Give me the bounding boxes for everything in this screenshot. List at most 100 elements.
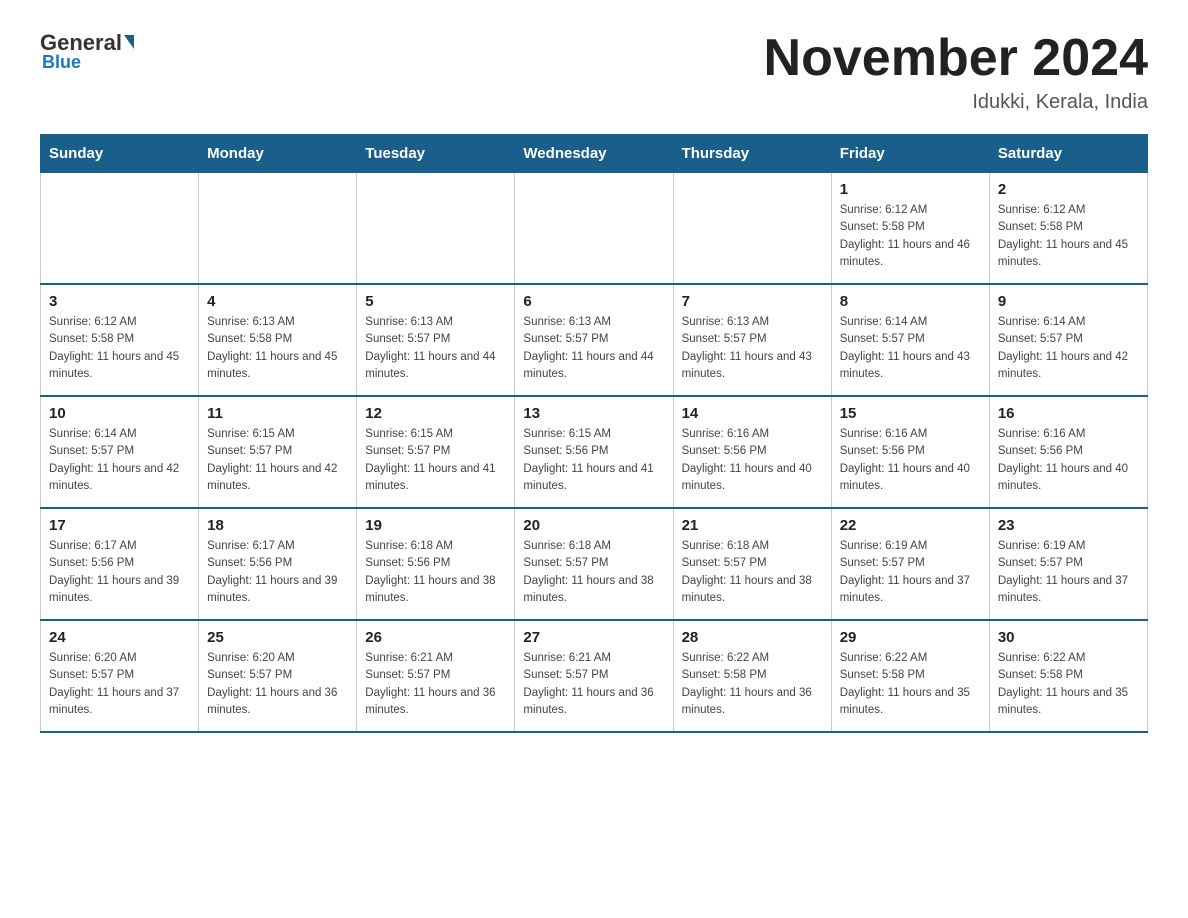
day-info: Sunrise: 6:18 AM Sunset: 5:57 PM Dayligh… [523,538,664,607]
calendar-cell: 7 Sunrise: 6:13 AM Sunset: 5:57 PM Daylig… [673,284,831,396]
weekday-header-friday: Friday [831,135,989,173]
day-number: 28 [682,629,823,646]
calendar-cell [357,173,515,285]
weekday-header-thursday: Thursday [673,135,831,173]
calendar-week-row: 10 Sunrise: 6:14 AM Sunset: 5:57 PM Dayli… [41,396,1148,508]
weekday-header-wednesday: Wednesday [515,135,673,173]
calendar-cell: 30 Sunrise: 6:22 AM Sunset: 5:58 PM Dayli… [989,620,1147,732]
day-number: 7 [682,293,823,310]
day-info: Sunrise: 6:18 AM Sunset: 5:56 PM Dayligh… [365,538,506,607]
weekday-header-monday: Monday [199,135,357,173]
day-number: 5 [365,293,506,310]
day-number: 2 [998,181,1139,198]
page-header: General Blue November 2024 Idukki, Keral… [40,30,1148,114]
calendar-cell: 22Sunrise: 6:19 AM Sunset: 5:57 PM Dayli… [831,508,989,620]
day-info: Sunrise: 6:16 AM Sunset: 5:56 PM Dayligh… [840,426,981,495]
day-number: 29 [840,629,981,646]
day-number: 17 [49,517,190,534]
day-info: Sunrise: 6:13 AM Sunset: 5:57 PM Dayligh… [682,314,823,383]
calendar-cell: 11 Sunrise: 6:15 AM Sunset: 5:57 PM Dayli… [199,396,357,508]
day-info: Sunrise: 6:16 AM Sunset: 5:56 PM Dayligh… [682,426,823,495]
day-info: Sunrise: 6:18 AM Sunset: 5:57 PM Dayligh… [682,538,823,607]
calendar-cell [515,173,673,285]
calendar-cell: 12 Sunrise: 6:15 AM Sunset: 5:57 PM Dayli… [357,396,515,508]
logo-triangle-icon [124,35,134,49]
day-number: 27 [523,629,664,646]
calendar-week-row: 3 Sunrise: 6:12 AM Sunset: 5:58 PM Daylig… [41,284,1148,396]
calendar-cell: 1Sunrise: 6:12 AM Sunset: 5:58 PM Daylig… [831,173,989,285]
day-info: Sunrise: 6:20 AM Sunset: 5:57 PM Dayligh… [207,650,348,719]
day-info: Sunrise: 6:17 AM Sunset: 5:56 PM Dayligh… [207,538,348,607]
calendar-week-row: 1 Sunrise: 6:12 AM Sunset: 5:58 PM Daylig… [41,173,1148,285]
title-area: November 2024 Idukki, Kerala, India [764,30,1148,114]
day-info: Sunrise: 6:17 AM Sunset: 5:56 PM Dayligh… [49,538,190,607]
day-info: Sunrise: 6:12 AM Sunset: 5:58 PM Dayligh… [998,202,1139,271]
day-number: 1 [840,181,981,198]
calendar-cell: 24 Sunrise: 6:20 AM Sunset: 5:57 PM Dayli… [41,620,199,732]
calendar-cell: 23 Sunrise: 6:19 AM Sunset: 5:57 PM Dayli… [989,508,1147,620]
calendar-cell: 4Sunrise: 6:13 AM Sunset: 5:58 PM Daylig… [199,284,357,396]
day-number: 13 [523,405,664,422]
calendar-cell: 9Sunrise: 6:14 AM Sunset: 5:57 PM Daylig… [989,284,1147,396]
day-number: 21 [682,517,823,534]
calendar-cell: 6 Sunrise: 6:13 AM Sunset: 5:57 PM Daylig… [515,284,673,396]
calendar-title: November 2024 [764,30,1148,87]
calendar-cell: 2 Sunrise: 6:12 AM Sunset: 5:58 PM Daylig… [989,173,1147,285]
day-info: Sunrise: 6:16 AM Sunset: 5:56 PM Dayligh… [998,426,1139,495]
calendar-week-row: 24 Sunrise: 6:20 AM Sunset: 5:57 PM Dayli… [41,620,1148,732]
day-number: 25 [207,629,348,646]
day-number: 19 [365,517,506,534]
calendar-cell: 16 Sunrise: 6:16 AM Sunset: 5:56 PM Dayli… [989,396,1147,508]
day-number: 20 [523,517,664,534]
day-info: Sunrise: 6:15 AM Sunset: 5:57 PM Dayligh… [207,426,348,495]
calendar-cell [673,173,831,285]
day-info: Sunrise: 6:14 AM Sunset: 5:57 PM Dayligh… [49,426,190,495]
calendar-cell: 29 Sunrise: 6:22 AM Sunset: 5:58 PM Dayli… [831,620,989,732]
calendar-cell: 28 Sunrise: 6:22 AM Sunset: 5:58 PM Dayli… [673,620,831,732]
day-info: Sunrise: 6:13 AM Sunset: 5:57 PM Dayligh… [365,314,506,383]
calendar-cell: 5 Sunrise: 6:13 AM Sunset: 5:57 PM Daylig… [357,284,515,396]
day-info: Sunrise: 6:19 AM Sunset: 5:57 PM Dayligh… [840,538,981,607]
day-number: 23 [998,517,1139,534]
day-number: 6 [523,293,664,310]
calendar-week-row: 17 Sunrise: 6:17 AM Sunset: 5:56 PM Dayli… [41,508,1148,620]
day-number: 12 [365,405,506,422]
day-number: 15 [840,405,981,422]
weekday-header-saturday: Saturday [989,135,1147,173]
day-number: 16 [998,405,1139,422]
day-number: 11 [207,405,348,422]
calendar-cell [199,173,357,285]
calendar-cell: 21 Sunrise: 6:18 AM Sunset: 5:57 PM Dayli… [673,508,831,620]
day-number: 8 [840,293,981,310]
day-number: 18 [207,517,348,534]
day-info: Sunrise: 6:15 AM Sunset: 5:57 PM Dayligh… [365,426,506,495]
day-number: 24 [49,629,190,646]
calendar-cell: 27Sunrise: 6:21 AM Sunset: 5:57 PM Dayli… [515,620,673,732]
weekday-header-row: SundayMondayTuesdayWednesdayThursdayFrid… [41,135,1148,173]
day-info: Sunrise: 6:20 AM Sunset: 5:57 PM Dayligh… [49,650,190,719]
day-info: Sunrise: 6:12 AM Sunset: 5:58 PM Dayligh… [49,314,190,383]
day-info: Sunrise: 6:22 AM Sunset: 5:58 PM Dayligh… [998,650,1139,719]
calendar-cell: 8Sunrise: 6:14 AM Sunset: 5:57 PM Daylig… [831,284,989,396]
day-info: Sunrise: 6:22 AM Sunset: 5:58 PM Dayligh… [840,650,981,719]
logo-blue: Blue [42,52,81,73]
weekday-header-sunday: Sunday [41,135,199,173]
day-info: Sunrise: 6:13 AM Sunset: 5:57 PM Dayligh… [523,314,664,383]
day-number: 26 [365,629,506,646]
day-number: 3 [49,293,190,310]
day-info: Sunrise: 6:21 AM Sunset: 5:57 PM Dayligh… [365,650,506,719]
calendar-cell: 20 Sunrise: 6:18 AM Sunset: 5:57 PM Dayli… [515,508,673,620]
calendar-cell: 17 Sunrise: 6:17 AM Sunset: 5:56 PM Dayli… [41,508,199,620]
day-number: 30 [998,629,1139,646]
day-info: Sunrise: 6:22 AM Sunset: 5:58 PM Dayligh… [682,650,823,719]
calendar-cell: 3 Sunrise: 6:12 AM Sunset: 5:58 PM Daylig… [41,284,199,396]
day-number: 10 [49,405,190,422]
day-info: Sunrise: 6:13 AM Sunset: 5:58 PM Dayligh… [207,314,348,383]
weekday-header-tuesday: Tuesday [357,135,515,173]
day-info: Sunrise: 6:19 AM Sunset: 5:57 PM Dayligh… [998,538,1139,607]
day-info: Sunrise: 6:15 AM Sunset: 5:56 PM Dayligh… [523,426,664,495]
calendar-cell: 18 Sunrise: 6:17 AM Sunset: 5:56 PM Dayli… [199,508,357,620]
day-number: 9 [998,293,1139,310]
calendar-cell: 13 Sunrise: 6:15 AM Sunset: 5:56 PM Dayli… [515,396,673,508]
calendar-subtitle: Idukki, Kerala, India [764,91,1148,114]
